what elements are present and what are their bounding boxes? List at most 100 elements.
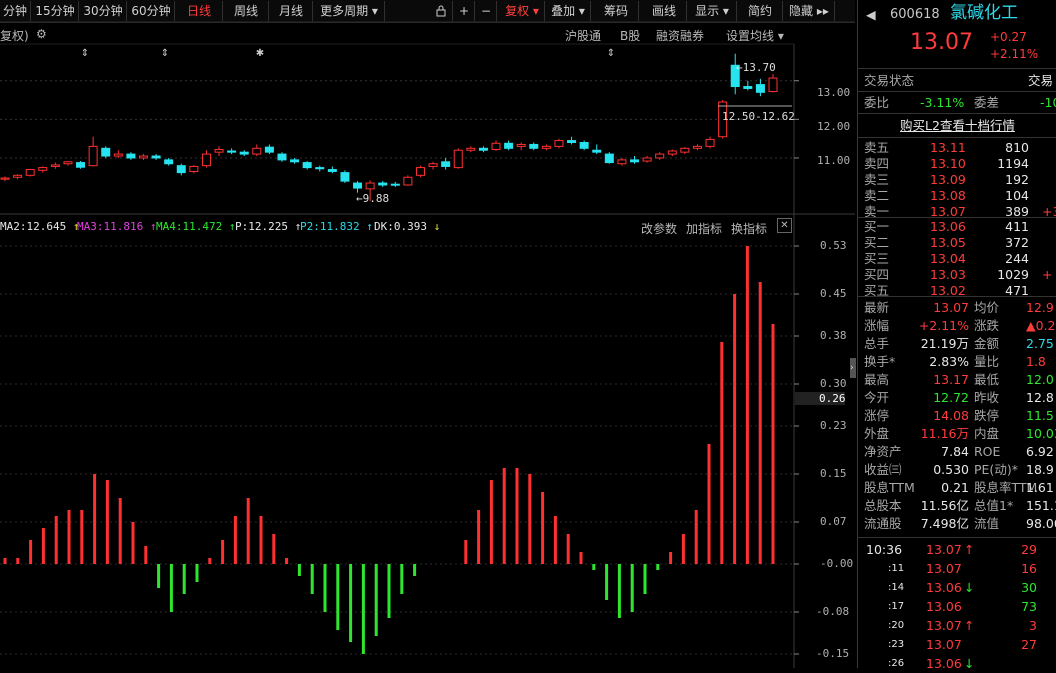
candle xyxy=(617,157,627,166)
tick-row: :23 13.07 27 xyxy=(888,637,1037,652)
price-change: +0.27 xyxy=(990,30,1027,44)
tick-row: :26 13.06 ↓ xyxy=(888,656,975,671)
candle xyxy=(13,174,23,180)
candle xyxy=(554,138,564,149)
quote-stat-row: 最新 13.07 均价 12.9 xyxy=(864,300,1054,315)
ind-axis-label: -0.15 xyxy=(816,647,850,660)
candle xyxy=(655,152,665,160)
quote-stat-row: 外盘11.16万内盘10.03 xyxy=(864,426,1056,441)
candle xyxy=(604,152,614,164)
edit-params-button[interactable]: 改参数 xyxy=(641,220,677,237)
quote-stat-row: 总手 21.19万 金额 2.75 xyxy=(864,336,1054,351)
event-marker-icon[interactable]: ⇕ xyxy=(81,48,89,59)
candle xyxy=(390,181,400,187)
price-axis-label: 12.00 xyxy=(817,120,851,133)
switch-indicator-button[interactable]: 换指标 xyxy=(731,220,767,237)
up-arrow-icon: ↑ xyxy=(964,618,975,633)
candle xyxy=(252,144,262,157)
candle xyxy=(327,166,337,174)
stock-header: ◀ 600618 氯碱化工 xyxy=(858,3,1056,26)
candle xyxy=(441,157,451,170)
ind-axis-label: -0.08 xyxy=(816,605,850,618)
event-marker-icon[interactable]: ✱ xyxy=(256,48,264,59)
candle xyxy=(415,165,425,178)
kline-chart[interactable]: ⇕ ⇕ ✱ ⇕ xyxy=(0,0,855,668)
quote-stat-row: 换手* 2.83% 量比 1.8 xyxy=(864,354,1046,369)
candle xyxy=(403,175,413,186)
price-axis-label: 11.00 xyxy=(817,154,851,167)
panel-collapse-handle[interactable]: › xyxy=(850,358,856,378)
ma3-label: MA3:11.816 ↑ xyxy=(77,220,157,233)
candle xyxy=(541,144,551,151)
event-marker-icon[interactable]: ⇕ xyxy=(607,48,615,59)
candle xyxy=(176,163,186,176)
candle xyxy=(138,154,148,160)
close-indicator-button[interactable]: ✕ xyxy=(777,218,792,233)
quote-stat-row: 涨幅 +2.11% 涨跌 ▲0.2 xyxy=(864,318,1056,333)
candle xyxy=(277,152,287,162)
candle xyxy=(38,166,48,173)
candle xyxy=(264,144,274,155)
event-marker-icon[interactable]: ⇕ xyxy=(161,48,169,59)
ma4-label: MA4:11.472 ↑ xyxy=(156,220,236,233)
range-annotation: 12.50-12.62 xyxy=(722,110,795,123)
price-axis-label: 13.00 xyxy=(817,86,851,99)
candle xyxy=(189,164,199,174)
high-annotation: ←13.70 xyxy=(736,61,776,74)
candle xyxy=(478,146,488,153)
dk-label: DK:0.393 ↓ xyxy=(374,220,441,233)
candle xyxy=(302,161,312,170)
trade-status-row: 交易状态 交易 xyxy=(864,73,1054,88)
candle xyxy=(743,80,753,91)
last-price: 13.07 xyxy=(910,30,973,55)
ind-axis-label: 0.45 xyxy=(820,287,847,300)
price-change-pct: +2.11% xyxy=(990,47,1039,61)
tick-row: :11 13.07 16 xyxy=(888,561,1037,576)
quote-stat-row: 总股本11.56亿总值1*151.1 xyxy=(864,498,1056,513)
ind-axis-label: 0.07 xyxy=(820,515,847,528)
candle xyxy=(201,150,211,168)
candle xyxy=(76,161,86,169)
candle xyxy=(151,154,161,160)
quote-stat-row: 流通股7.498亿流值98.00 xyxy=(864,516,1056,531)
candle xyxy=(466,146,476,153)
quote-stat-row: 股息TTM 0.21 股息率TTM 1.61 xyxy=(864,480,1054,495)
p2-label: P2:11.832 ↑ xyxy=(300,220,373,233)
candle xyxy=(592,144,602,155)
candle xyxy=(453,148,463,169)
quote-stat-row: 收益㈢ 0.530 PE(动)* 18.9 xyxy=(864,462,1054,477)
candle xyxy=(0,176,10,182)
down-arrow-icon: ↓ xyxy=(964,656,975,671)
quote-stat-row: 今开 12.72 昨收 12.8 xyxy=(864,390,1054,405)
candle xyxy=(567,136,577,145)
add-indicator-button[interactable]: 加指标 xyxy=(686,220,722,237)
candle xyxy=(755,78,765,97)
candle xyxy=(164,157,174,166)
candle xyxy=(63,161,73,166)
candle xyxy=(529,142,539,151)
candle xyxy=(239,150,249,157)
stock-code: 600618 xyxy=(890,7,940,22)
candle xyxy=(227,148,237,155)
candle xyxy=(340,170,350,184)
bid-level-row[interactable]: 买五 13.02 471 xyxy=(858,282,1056,300)
candle xyxy=(101,146,111,158)
back-arrow-icon[interactable]: ◀ xyxy=(866,6,876,24)
candle xyxy=(214,146,224,157)
candle xyxy=(504,140,514,151)
tick-row: 10:36 13.07 ↑ 29 xyxy=(866,542,1037,557)
candle xyxy=(692,144,702,151)
p-label: P:12.225 ↑ xyxy=(235,220,302,233)
tick-row: :20 13.07 ↑ 3 xyxy=(888,618,1037,633)
quote-stat-row: 最高 13.17 最低 12.0 xyxy=(864,372,1054,387)
stock-name: 氯碱化工 xyxy=(950,3,1018,23)
quote-stat-row: 涨停 14.08 跌停 11.5 xyxy=(864,408,1054,423)
l2-link[interactable]: 购买L2查看十档行情 xyxy=(858,117,1056,135)
candle xyxy=(113,150,123,158)
ind-axis-label: -0.00 xyxy=(820,557,854,570)
candle xyxy=(642,156,652,163)
candle xyxy=(126,152,136,160)
candle xyxy=(88,136,98,167)
candle xyxy=(768,74,778,93)
candle xyxy=(705,136,715,149)
